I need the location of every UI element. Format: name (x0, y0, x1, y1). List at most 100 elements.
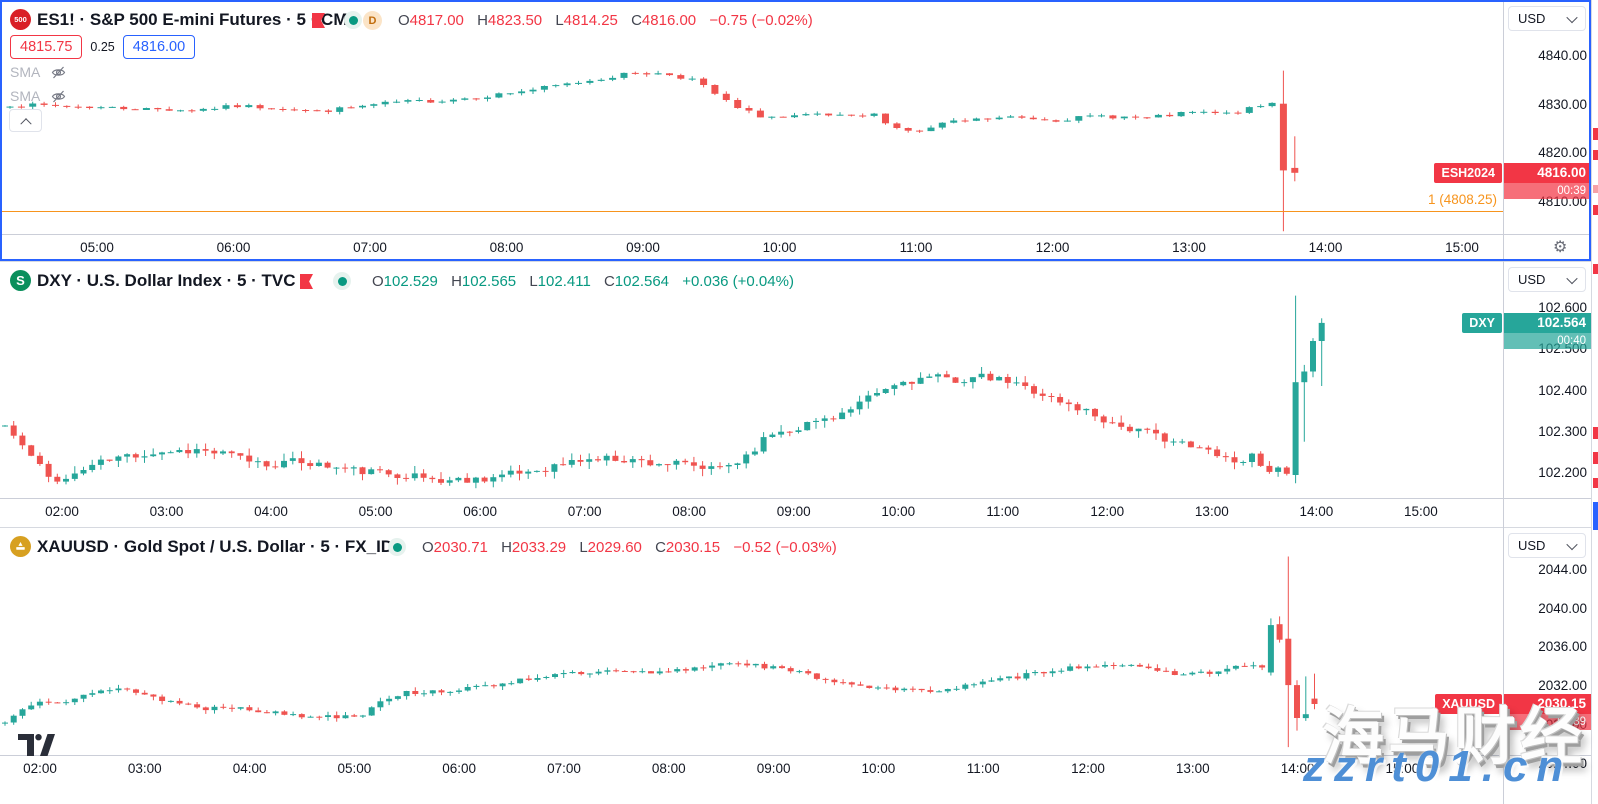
time-tick-label: 07:00 (532, 761, 596, 776)
price-tick-label: 2044.00 (1504, 562, 1587, 577)
ohlc-letter: O (398, 12, 410, 29)
candlestick-plot-es[interactable] (0, 0, 1503, 234)
time-tick-label: 04:00 (239, 504, 303, 519)
price-tick-label: 2040.00 (1504, 601, 1587, 616)
change-value: +0.036 (+0.04%) (682, 273, 794, 290)
chevron-down-icon (1566, 538, 1577, 549)
chevron-down-icon (1566, 11, 1577, 22)
time-tick-label: 13:00 (1180, 504, 1244, 519)
time-tick-label: 03:00 (135, 504, 199, 519)
time-tick-label: 12:00 (1075, 504, 1139, 519)
indicator-label: SMA (10, 88, 40, 104)
price-tick-label: 102.400 (1504, 383, 1587, 398)
gold-bars-icon (14, 540, 27, 553)
time-axis[interactable]: 02:0003:0004:0005:0006:0007:0008:0009:00… (0, 756, 1503, 781)
open-value: 102.529 (384, 273, 438, 290)
low-value: 4814.25 (564, 12, 618, 29)
tradingview-logo[interactable] (18, 734, 58, 758)
price-axis[interactable]: 102.600102.500102.400102.300102.200 (1504, 261, 1591, 501)
sell-bid-button[interactable]: 4815.75 (10, 35, 82, 59)
currency-label: USD (1518, 11, 1545, 26)
symbol-title[interactable]: DXY · U.S. Dollar Index · 5 · TVC (37, 271, 296, 291)
low-value: 102.411 (538, 273, 591, 290)
eye-off-icon[interactable] (50, 65, 67, 80)
buy-sell-panel: 4815.75 0.25 4816.00 (10, 35, 195, 59)
symbol-logo (10, 536, 31, 557)
collapse-legend-button[interactable] (9, 109, 42, 132)
time-tick-label: 11:00 (884, 240, 948, 255)
chart-legend: 500 ES1! · S&P 500 E-mini Futures · 5 · … (0, 0, 1500, 34)
close-value: 102.564 (615, 273, 669, 290)
currency-selector[interactable]: USD (1508, 267, 1586, 292)
last-price-axis-label: 2030.15 00:39 (1504, 694, 1591, 730)
price-tick-label: 2032.00 (1504, 678, 1587, 693)
candlestick-plot-dxy[interactable] (0, 261, 1503, 498)
market-status-dot (344, 11, 362, 29)
symbol-price-tag: DXY (1462, 313, 1502, 333)
ohlc-readout: O102.529 H102.565 L102.411 C102.564 +0.0… (372, 273, 794, 290)
edge-mark (1593, 264, 1598, 274)
ohlc-letter: L (555, 12, 563, 29)
indicator-row-sma2[interactable]: SMA (10, 86, 67, 106)
price-tick-label: 102.300 (1504, 424, 1587, 439)
symbol-logo: S (10, 270, 31, 291)
time-tick-label: 05:00 (322, 761, 386, 776)
position-line-label: 1 (4808.25) (1428, 192, 1497, 207)
time-tick-label: 12:00 (1021, 240, 1085, 255)
ohlc-letter: H (477, 12, 488, 29)
last-price: 102.564 (1504, 313, 1591, 333)
chevron-down-icon (1566, 272, 1577, 283)
time-tick-label: 07:00 (553, 504, 617, 519)
symbol-logo: 500 (10, 9, 31, 30)
symbol-title[interactable]: XAUUSD · Gold Spot / U.S. Dollar · 5 · F… (37, 537, 405, 557)
ohlc-readout: O2030.71 H2033.29 L2029.60 C2030.15 −0.5… (422, 539, 837, 556)
ohlc-letter: L (529, 273, 537, 290)
time-tick-label: 05:00 (65, 240, 129, 255)
spread-value: 0.25 (90, 40, 114, 54)
edge-mark (1593, 427, 1598, 439)
price-tick-label: 4840.00 (1504, 48, 1587, 63)
delayed-data-badge: D (363, 11, 382, 30)
position-line[interactable] (0, 211, 1503, 212)
open-value: 2030.71 (434, 539, 488, 556)
time-tick-label: 14:00 (1284, 504, 1348, 519)
time-tick-label: 03:00 (113, 761, 177, 776)
open-value: 4817.00 (410, 12, 464, 29)
bar-countdown: 00:40 (1504, 333, 1591, 349)
price-axis[interactable]: 4840.004830.004820.004810.00 (1504, 0, 1591, 235)
time-axis[interactable]: 05:0006:0007:0008:0009:0010:0011:0012:00… (0, 235, 1503, 260)
indicator-label: SMA (10, 64, 40, 80)
chevron-up-icon (20, 118, 31, 129)
low-value: 2029.60 (588, 539, 642, 556)
time-axis[interactable]: 02:0003:0004:0005:0006:0007:0008:0009:00… (0, 499, 1503, 524)
settings-gear-icon[interactable]: ⚙ (1553, 237, 1567, 257)
time-tick-label: 15:00 (1389, 504, 1453, 519)
price-tick-label: 2024.00 (1504, 756, 1587, 771)
time-tick-label: 05:00 (344, 504, 408, 519)
indicator-row-sma1[interactable]: SMA (10, 62, 67, 82)
candlestick-plot-xauusd[interactable] (0, 527, 1503, 755)
ohlc-letter: H (501, 539, 512, 556)
chart-panel-xauusd: 2044.002040.002036.002032.002028.002024.… (0, 527, 1591, 804)
eye-off-icon[interactable] (50, 89, 67, 104)
time-tick-label: 02:00 (30, 504, 94, 519)
price-tick-label: 2036.00 (1504, 639, 1587, 654)
symbol-title[interactable]: ES1! · S&P 500 E-mini Futures · 5 · CME (37, 10, 359, 30)
bar-countdown: 00:39 (1504, 183, 1591, 199)
edge-mark (1593, 150, 1598, 160)
price-tick-label: 102.200 (1504, 465, 1587, 480)
time-tick-label: 13:00 (1157, 240, 1221, 255)
chart-panel-dxy: 102.600102.500102.400102.300102.200 02:0… (0, 261, 1591, 527)
market-status-dot (388, 538, 406, 556)
buy-ask-button[interactable]: 4816.00 (123, 35, 195, 59)
flag-icon[interactable] (300, 274, 313, 289)
symbol-price-tag: ESH2024 (1434, 163, 1502, 183)
time-tick-label: 08:00 (637, 761, 701, 776)
time-tick-label: 02:00 (8, 761, 72, 776)
time-tick-label: 10:00 (846, 761, 910, 776)
edge-mark (1593, 185, 1598, 193)
price-axis[interactable]: 2044.002040.002036.002032.002028.002024.… (1504, 527, 1591, 778)
currency-selector[interactable]: USD (1508, 533, 1586, 558)
currency-selector[interactable]: USD (1508, 6, 1586, 31)
high-value: 2033.29 (512, 539, 566, 556)
